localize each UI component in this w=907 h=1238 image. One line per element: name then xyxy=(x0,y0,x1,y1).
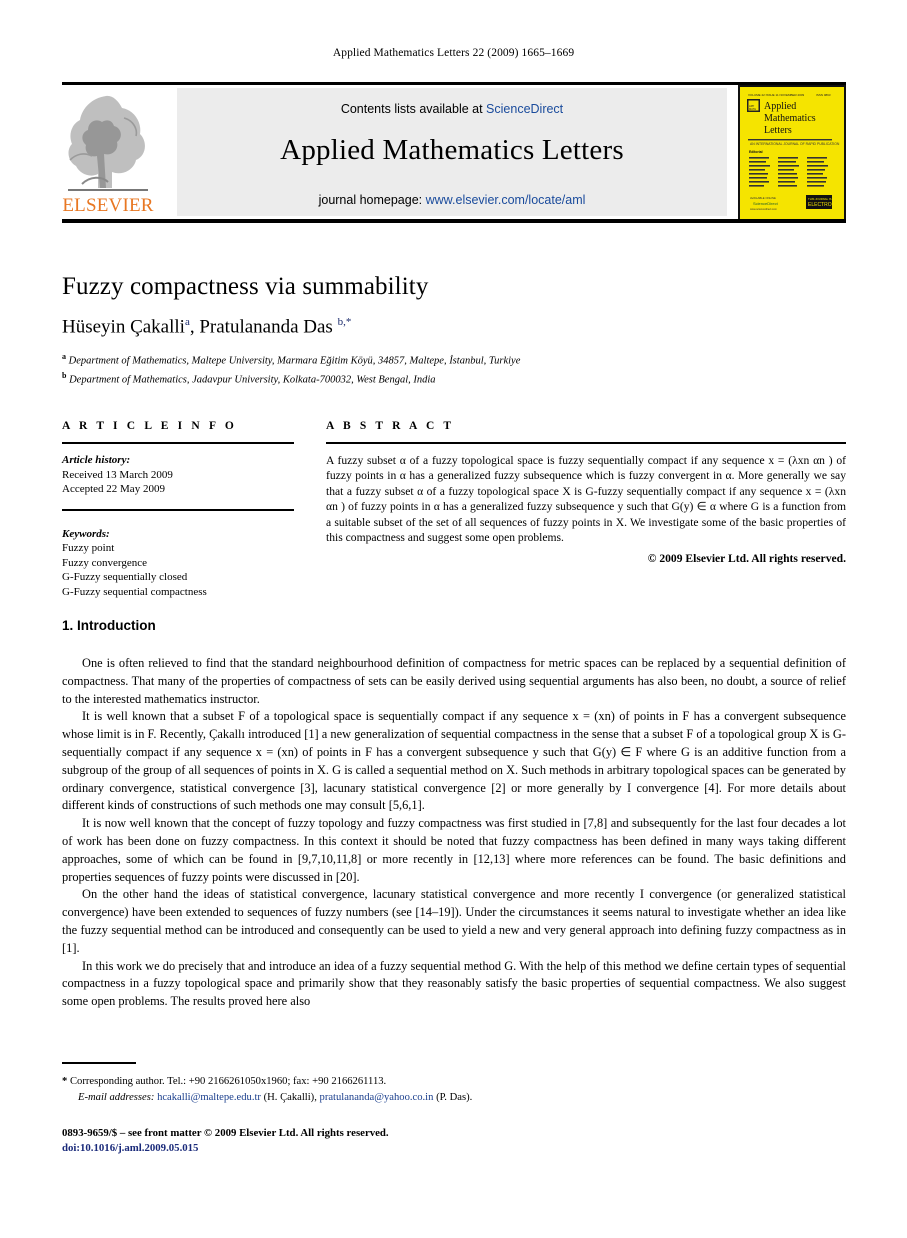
svg-text:VOLUME 22 ISSUE 11 NOVEMBER 20: VOLUME 22 ISSUE 11 NOVEMBER 2009 xyxy=(748,93,804,97)
keywords-block: Keywords: Fuzzy point Fuzzy convergence … xyxy=(62,527,294,600)
email-author-das: (P. Das). xyxy=(436,1092,473,1103)
footnote-star-marker: * xyxy=(62,1076,68,1087)
article-history: Article history: Received 13 March 2009 … xyxy=(62,453,294,497)
elsevier-logo: ELSEVIER xyxy=(62,88,154,216)
section-heading-introduction: 1. Introduction xyxy=(62,618,156,633)
abstract-rule xyxy=(326,442,846,444)
journal-cover-thumbnail: VOLUME 22 ISSUE 11 NOVEMBER 2009 ISSN 08… xyxy=(738,85,846,221)
masthead-bottom-rule xyxy=(62,219,846,223)
homepage-prefix: journal homepage: xyxy=(318,193,426,207)
keyword-item: Fuzzy point xyxy=(62,542,115,554)
affiliation-b: b Department of Mathematics, Jadavpur Un… xyxy=(62,369,822,388)
email-author-cakalli: (H. Çakalli), xyxy=(263,1092,317,1103)
body-paragraph: It is well known that a subset F of a to… xyxy=(62,709,846,813)
abstract-block: A B S T R A C T A fuzzy subset α of a fu… xyxy=(326,420,846,565)
body-paragraph: In this work we do precisely that and in… xyxy=(62,958,846,1009)
affiliation-list: a Department of Mathematics, Maltepe Uni… xyxy=(62,350,822,388)
svg-text:ISSN 0893: ISSN 0893 xyxy=(816,93,831,97)
affiliation-b-mark: b xyxy=(62,371,67,380)
article-info-rule xyxy=(62,442,294,444)
contents-prefix: Contents lists available at xyxy=(340,102,487,116)
sciencedirect-link[interactable]: ScienceDirect xyxy=(486,102,563,116)
affiliation-b-text: Department of Mathematics, Jadavpur Univ… xyxy=(69,374,436,386)
footnote-block: * Corresponding author. Tel.: +90 216626… xyxy=(62,1074,846,1106)
article-accepted-date: Accepted 22 May 2009 xyxy=(62,483,165,495)
svg-text:Applied: Applied xyxy=(764,101,796,112)
author-1-affiliation-mark: a xyxy=(184,316,190,328)
abstract-copyright: © 2009 Elsevier Ltd. All rights reserved… xyxy=(647,552,846,566)
svg-text:AVAILABLE ONLINE: AVAILABLE ONLINE xyxy=(750,196,776,200)
corresponding-author-text: Corresponding author. Tel.: +90 21662610… xyxy=(69,1076,387,1087)
journal-masthead: ELSEVIER Contents lists available at Sci… xyxy=(62,82,846,223)
imprint-block: 0893-9659/$ – see front matter © 2009 El… xyxy=(62,1126,846,1156)
svg-text:ELECTRONIC: ELECTRONIC xyxy=(808,202,840,208)
journal-homepage-link[interactable]: www.elsevier.com/locate/aml xyxy=(426,193,586,207)
section-body: One is often relieved to find that the s… xyxy=(62,655,846,1011)
svg-text:Editorial: Editorial xyxy=(749,150,763,154)
affiliation-a-text: Department of Mathematics, Maltepe Unive… xyxy=(68,355,521,367)
elsevier-tree-icon xyxy=(68,95,148,191)
abstract-heading: A B S T R A C T xyxy=(326,420,455,432)
doi-link[interactable]: doi:10.1016/j.aml.2009.05.015 xyxy=(62,1141,846,1156)
corresponding-author-note: * Corresponding author. Tel.: +90 216626… xyxy=(62,1074,846,1090)
running-head: Applied Mathematics Letters 22 (2009) 16… xyxy=(332,47,575,59)
svg-text:THIS JOURNAL IS NOW: THIS JOURNAL IS NOW xyxy=(808,197,839,201)
issn-copyright-line: 0893-9659/$ – see front matter © 2009 El… xyxy=(62,1127,389,1139)
email-addresses-label: E-mail addresses: xyxy=(78,1092,155,1103)
svg-text:AN INTERNATIONAL JOURNAL OF RA: AN INTERNATIONAL JOURNAL OF RAPID PUBLIC… xyxy=(750,142,840,146)
affiliation-a-mark: a xyxy=(62,352,66,361)
body-paragraph: It is now well known that the concept of… xyxy=(62,816,846,884)
article-info-block: A R T I C L E I N F O Article history: R… xyxy=(62,420,294,599)
masthead-center-band: Contents lists available at ScienceDirec… xyxy=(177,88,727,216)
affiliation-a: a Department of Mathematics, Maltepe Uni… xyxy=(62,350,822,369)
page-title: Fuzzy compactness via summability xyxy=(62,273,429,300)
email-link-das[interactable]: pratulananda@yahoo.co.in xyxy=(320,1092,434,1103)
svg-text:Mathematics: Mathematics xyxy=(764,113,816,124)
body-paragraph: On the other hand the ideas of statistic… xyxy=(62,887,846,955)
article-info-separator xyxy=(62,508,294,511)
author-list: Hüseyin Çakallia, Pratulananda Das b,* xyxy=(62,316,352,338)
contents-available-line: Contents lists available at ScienceDirec… xyxy=(177,102,727,116)
journal-cover-artwork: VOLUME 22 ISSUE 11 NOVEMBER 2009 ISSN 08… xyxy=(740,87,840,215)
keywords-label: Keywords: xyxy=(62,527,110,540)
svg-text:MATH: MATH xyxy=(749,107,756,111)
keyword-item: G-Fuzzy sequentially closed xyxy=(62,571,188,583)
svg-text:ScienceDirect: ScienceDirect xyxy=(753,201,779,206)
email-link-cakalli[interactable]: hcakalli@maltepe.edu.tr xyxy=(157,1092,261,1103)
svg-text:Letters: Letters xyxy=(764,125,792,136)
keyword-item: Fuzzy convergence xyxy=(62,556,148,569)
article-info-heading: A R T I C L E I N F O xyxy=(62,420,237,432)
footnote-separator xyxy=(62,1062,136,1064)
masthead-top-rule xyxy=(62,82,846,85)
article-received-date: Received 13 March 2009 xyxy=(62,468,173,481)
article-history-label: Article history: xyxy=(62,454,131,466)
author-name-1: Hüseyin Çakalli xyxy=(62,316,185,338)
body-paragraph: One is often relieved to find that the s… xyxy=(62,656,846,706)
keyword-item: G-Fuzzy sequential compactness xyxy=(62,585,207,598)
abstract-text: A fuzzy subset α of a fuzzy topological … xyxy=(326,454,846,545)
author-name-2: Pratulananda Das xyxy=(199,316,333,338)
elsevier-wordmark: ELSEVIER xyxy=(62,195,154,216)
journal-title: Applied Mathematics Letters xyxy=(280,134,624,166)
paper-page: Applied Mathematics Letters 22 (2009) 16… xyxy=(0,0,907,1238)
author-2-affiliation-mark: b,* xyxy=(337,316,352,328)
svg-text:www.sciencedirect.com: www.sciencedirect.com xyxy=(750,207,777,211)
journal-homepage-line: journal homepage: www.elsevier.com/locat… xyxy=(177,193,727,207)
email-addresses-note: E-mail addresses: hcakalli@maltepe.edu.t… xyxy=(62,1090,846,1106)
